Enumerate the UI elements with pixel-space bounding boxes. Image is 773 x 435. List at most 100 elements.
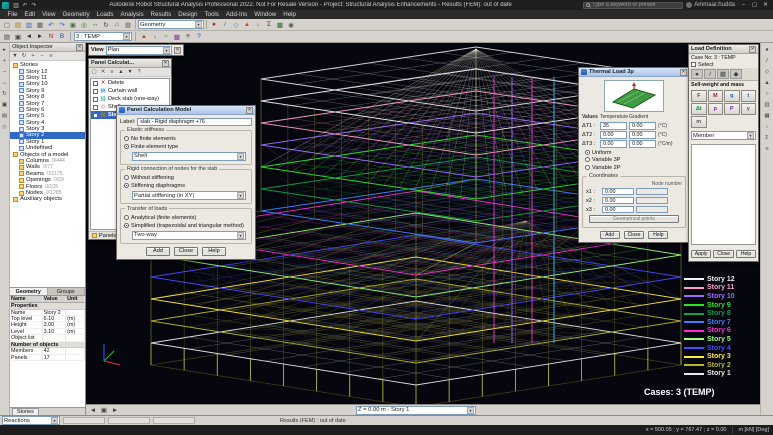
orbit-icon[interactable]: ↻ xyxy=(101,20,111,30)
help-button[interactable]: Help xyxy=(736,250,756,258)
combinations-tool-icon[interactable]: Σ xyxy=(763,133,772,142)
app-icon[interactable] xyxy=(2,2,9,9)
add-button[interactable]: Add xyxy=(600,231,620,239)
add-button[interactable]: Add xyxy=(146,247,170,256)
prev-case-icon[interactable]: ◄ xyxy=(24,32,34,42)
close-icon[interactable]: ✕ xyxy=(76,44,83,51)
menu-item[interactable]: Results xyxy=(147,10,175,19)
panel-type-row[interactable]: ▤ Curtain wall xyxy=(91,87,169,95)
tree-root-auxiliary[interactable]: Auxiliary objects xyxy=(10,196,85,202)
node-numbers-icon[interactable]: N xyxy=(46,32,56,42)
display-attributes-icon[interactable]: ▣ xyxy=(13,32,23,42)
panels-tool-icon[interactable]: ◇ xyxy=(763,67,772,76)
node-number-input[interactable] xyxy=(636,197,668,205)
coordinate-input[interactable]: 0.00 xyxy=(602,206,634,214)
refresh-icon[interactable]: ↻ xyxy=(20,52,28,60)
menu-item[interactable]: Add-Ins xyxy=(222,10,250,19)
apply-button[interactable]: Apply xyxy=(691,250,711,258)
deformation-icon[interactable]: ~ xyxy=(161,32,171,42)
selection-icon[interactable]: ▸ xyxy=(0,45,9,54)
panel-type-checkbox[interactable] xyxy=(93,89,98,94)
orbit-view-icon[interactable]: ↻ xyxy=(0,89,9,98)
help-button[interactable]: Help xyxy=(202,247,226,256)
save-icon[interactable]: ▥ xyxy=(12,1,20,9)
geometry-dropdown[interactable]: Geometry▾ xyxy=(138,20,204,29)
nodal-force-button[interactable]: F xyxy=(691,90,707,102)
view-manager-icon[interactable]: ▤ xyxy=(2,32,12,42)
menu-item[interactable]: Design xyxy=(175,10,201,19)
select-checkbox[interactable] xyxy=(691,62,696,67)
grid-icon[interactable]: ▦ xyxy=(123,20,133,30)
zoom-all-icon[interactable]: ◎ xyxy=(79,20,89,30)
view-tab-icon[interactable]: ▣ xyxy=(99,405,109,415)
panel-type-row[interactable]: ▥ Deck slab (one-way) xyxy=(91,95,169,103)
model-viewport[interactable]: View Plan▾ ✕ Panel Calculat... ✕ ▢✕≡▲▼? … xyxy=(86,43,760,415)
move-down-icon[interactable]: ▼ xyxy=(126,68,134,76)
panel-help-icon[interactable]: ? xyxy=(135,68,143,76)
grid-group-properties[interactable]: Properties xyxy=(10,303,85,310)
screen-capture-icon[interactable]: ◉ xyxy=(286,20,296,30)
top-view-icon[interactable]: ▣ xyxy=(0,100,9,109)
supports-tool-icon[interactable]: ▲ xyxy=(763,78,772,87)
layers-icon[interactable]: ≡ xyxy=(183,32,193,42)
radio-variable-2p[interactable] xyxy=(585,165,590,170)
materials-tool-icon[interactable]: ▦ xyxy=(763,111,772,120)
apply-to-dropdown[interactable]: Member▾ xyxy=(691,131,756,140)
new-panel-icon[interactable]: ▢ xyxy=(90,68,98,76)
menu-item[interactable]: Analysis xyxy=(117,10,147,19)
panels-icon[interactable]: ◇ xyxy=(231,20,241,30)
panel-type-checkbox[interactable] xyxy=(93,105,98,110)
menu-item[interactable]: Help xyxy=(280,10,300,19)
expand-all-icon[interactable]: + xyxy=(29,52,37,60)
transfer-method-dropdown[interactable]: Two-way▾ xyxy=(132,231,246,240)
options-icon[interactable]: ≡ xyxy=(47,52,55,60)
panel-label-input[interactable]: slab - Rigid diaphragm +76 xyxy=(137,118,252,126)
temperature-input[interactable]: 35 xyxy=(600,122,627,130)
last-view-tab-icon[interactable]: ► xyxy=(110,405,120,415)
plan-selector[interactable]: Plan▾ xyxy=(106,46,172,55)
radio-no-finite-elements[interactable] xyxy=(124,136,129,141)
close-icon[interactable]: ✕ xyxy=(246,107,253,114)
filter-icon[interactable]: ▼ xyxy=(11,52,19,60)
thermal-load-button[interactable]: Δt xyxy=(691,103,707,115)
nodal-moment-button[interactable]: M xyxy=(708,90,724,102)
redo-icon[interactable]: ↷ xyxy=(57,20,67,30)
stiffening-dropdown[interactable]: Partial stiffening (in XY)▾ xyxy=(132,191,246,200)
zoom-window-icon[interactable]: ▣ xyxy=(68,20,78,30)
redo-icon[interactable]: ↷ xyxy=(30,1,38,9)
bar-numbers-icon[interactable]: B xyxy=(57,32,67,42)
supports-display-icon[interactable]: ▲ xyxy=(139,32,149,42)
inspector-bottom-tab[interactable]: Stories xyxy=(12,408,39,415)
self-weight-button[interactable]: γ xyxy=(741,103,757,115)
units-display[interactable]: m [kN] [Deg] xyxy=(732,427,769,433)
save-project-icon[interactable]: ▥ xyxy=(24,20,34,30)
radio-simplified[interactable] xyxy=(124,223,129,228)
user-account[interactable]: Ammaar.hudda xyxy=(686,2,735,8)
load-case-dropdown[interactable]: 3 : TEMP▾ xyxy=(74,32,132,41)
gradient-input[interactable]: 0.00 xyxy=(629,131,656,139)
calculations-icon[interactable]: Σ xyxy=(264,20,274,30)
level-selector[interactable]: Z = 0.00 m - Story 1▾ xyxy=(356,406,476,415)
help-button[interactable]: Help xyxy=(648,231,668,239)
menu-item[interactable]: Geometry xyxy=(59,10,93,19)
panel-type-checkbox[interactable] xyxy=(93,113,98,118)
delete-panel-icon[interactable]: ✕ xyxy=(99,68,107,76)
minimize-button[interactable]: – xyxy=(738,1,749,10)
open-project-icon[interactable]: ▤ xyxy=(13,20,23,30)
menu-item[interactable]: Window xyxy=(251,10,280,19)
collapse-all-icon[interactable]: − xyxy=(38,52,46,60)
tab-geometry[interactable]: Geometry xyxy=(10,288,48,295)
gradient-input[interactable]: 0.00 xyxy=(629,140,656,148)
help-icon[interactable]: ? xyxy=(194,32,204,42)
coordinate-input[interactable]: 0.00 xyxy=(602,197,634,205)
temperature-input[interactable]: 0.00 xyxy=(600,131,627,139)
node-load-tab-icon[interactable]: ● xyxy=(691,69,703,79)
close-icon[interactable]: ✕ xyxy=(749,46,756,53)
close-icon[interactable]: ✕ xyxy=(174,47,181,54)
loads-icon[interactable]: ↓ xyxy=(253,20,263,30)
zoom-out-icon[interactable]: − xyxy=(0,67,9,76)
iso-view-icon[interactable]: ◇ xyxy=(0,122,9,131)
node-number-input[interactable] xyxy=(636,188,668,196)
pan-view-icon[interactable]: ↔ xyxy=(0,78,9,87)
selfweight-load-tab-icon[interactable]: ◆ xyxy=(730,69,742,79)
